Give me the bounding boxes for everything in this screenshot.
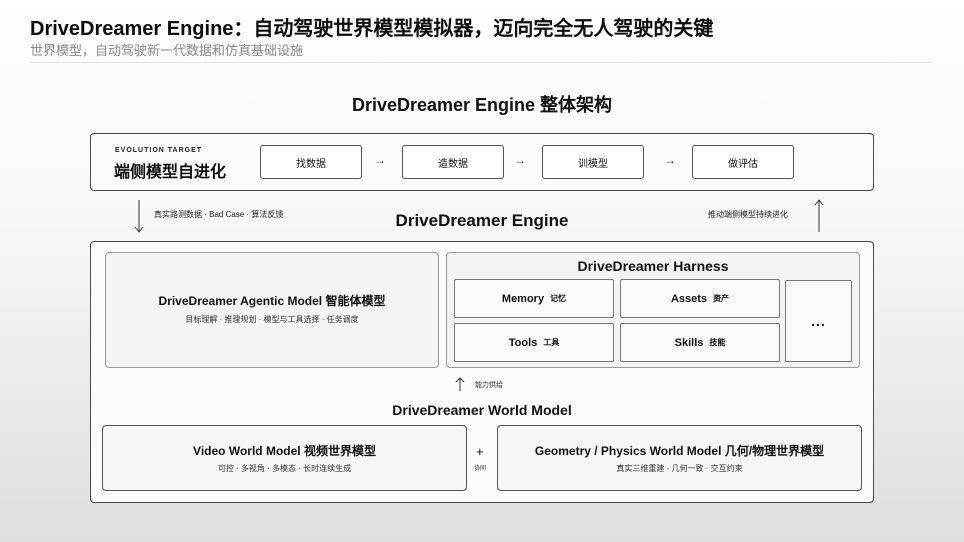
harness-cell-skills: Skills 技能: [620, 323, 780, 362]
agentic-model-subtitle: 目标理解 · 推理规划 · 模型与工具选择 · 任务调度: [185, 315, 359, 324]
harness-cell-memory: Memory 记忆: [454, 279, 614, 318]
engine-title: DriveDreamer Engine: [395, 211, 569, 230]
harness-cell-assets: Assets 资产: [620, 279, 780, 318]
up-arrow-icon: [455, 377, 465, 391]
harness-cell-tools: Tools 工具: [454, 323, 614, 362]
arrow-right-icon: →: [664, 153, 676, 167]
header-divider: [30, 62, 932, 63]
harness-cell-more: ...: [785, 280, 852, 362]
world-model-title: DriveDreamer World Model: [392, 402, 572, 418]
agentic-model-title: DriveDreamer Agentic Model 智能体模型: [158, 294, 386, 308]
evolution-target-label: 端侧模型自进化: [114, 164, 227, 181]
slide-subtitle: 世界模型，自动驾驶新一代数据和仿真基础设施: [30, 43, 304, 58]
plus-icon: +: [476, 444, 484, 459]
harness-cell-label: Assets: [670, 292, 708, 305]
harness-cell-label-cn: 工具: [543, 338, 560, 347]
agentic-model-box: [105, 252, 439, 368]
capability-note: 能力供给: [475, 382, 503, 389]
video-world-model-title: Video World Model 视频世界模型: [193, 444, 376, 458]
geometry-world-model-title: Geometry / Physics World Model 几何/物理世界模型: [534, 444, 825, 458]
synergy-note: 协同: [474, 466, 487, 472]
harness-title: DriveDreamer Harness: [577, 258, 729, 274]
video-world-model-subtitle: 可控 · 多视角 · 多模态 · 长时连续生成: [217, 464, 352, 473]
step-train-model: 训模型: [542, 145, 644, 179]
harness-cell-label-cn: 资产: [713, 294, 730, 303]
architecture-title: DriveDreamer Engine 整体架构: [351, 95, 613, 115]
step-make-data: 造数据: [402, 145, 504, 179]
step-evaluate: 做评估: [692, 145, 794, 179]
step-find-data: 找数据: [260, 145, 362, 179]
harness-cell-label: Skills: [674, 336, 704, 349]
evolution-tag: EVOLUTION TARGET: [115, 147, 203, 154]
geometry-world-model-subtitle: 真实三维重建 · 几何一致 · 交互约束: [616, 464, 743, 473]
harness-cell-label-cn: 技能: [709, 338, 726, 347]
arrow-right-icon: →: [514, 153, 526, 167]
harness-cell-label: Memory: [501, 292, 545, 305]
harness-cell-label-cn: 记忆: [550, 294, 567, 303]
harness-cell-label: Tools: [508, 336, 538, 349]
slide-title: DriveDreamer Engine：自动驾驶世界模型模拟器，迈向完全无人驾驶…: [30, 18, 714, 40]
arrow-right-icon: →: [374, 153, 386, 167]
